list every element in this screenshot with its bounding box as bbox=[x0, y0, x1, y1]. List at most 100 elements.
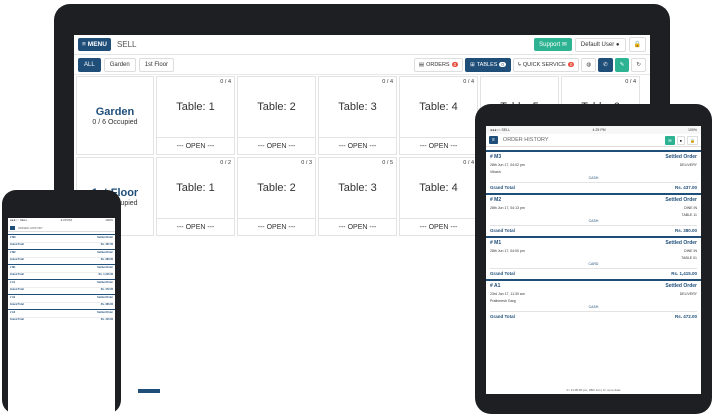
phone: ●●●○○ SELL 4:29 PM 100% ORDER HISTORY # … bbox=[2, 190, 121, 414]
table-status: --- OPEN --- bbox=[400, 137, 477, 154]
edit-button[interactable]: ✎ bbox=[614, 57, 630, 72]
tables-button[interactable]: ⊞ TABLES 0 bbox=[465, 57, 511, 72]
table-name: Table: 1 bbox=[176, 101, 215, 113]
order-table: TABLE 01 bbox=[681, 256, 697, 260]
floor-filter-bar: ALL Garden 1st Floor ▤ ORDERS 0 ⊞ TABLES… bbox=[74, 55, 650, 75]
order-card[interactable]: # M3 Settled Order 28th Jun 17, 04:02 pm D… bbox=[486, 150, 701, 190]
refresh-icon: ↻ bbox=[636, 61, 641, 68]
order-table: TABLE 11 bbox=[681, 213, 697, 217]
order-id: # M1 bbox=[490, 240, 502, 246]
table-card[interactable]: 0 / 4 Table: 3 --- OPEN --- bbox=[318, 76, 397, 155]
table-card[interactable]: 0 / 4 Table: 4 --- OPEN --- bbox=[399, 157, 478, 236]
filter-garden[interactable]: Garden bbox=[103, 57, 136, 72]
grand-total-value: Rs. 415.00 bbox=[100, 318, 113, 321]
device-mockup: ≡ MENU SELL Support ✉ Default User ● 🔒 A… bbox=[0, 0, 712, 414]
support-button[interactable]: Support ✉ bbox=[534, 38, 572, 51]
order-card[interactable]: # M1 Settled Order 28th Jun 17, 04:00 pm D… bbox=[486, 236, 701, 276]
tables-count-badge: 0 bbox=[499, 62, 506, 67]
pencil-icon: ✎ bbox=[619, 61, 625, 68]
user-icon[interactable]: ● bbox=[676, 135, 686, 145]
order-card[interactable]: # A1 Settled Order 23rd Jun 17, 11:30 am D… bbox=[486, 279, 701, 319]
grand-total-label: Grand Total bbox=[490, 314, 515, 319]
table-card[interactable]: 0 / 5 Table: 3 --- OPEN --- bbox=[318, 157, 397, 236]
table-name: Table: 1 bbox=[176, 182, 215, 194]
orders-count-badge: 0 bbox=[451, 62, 459, 67]
table-card[interactable]: 0 / 4 Table: 1 --- OPEN --- bbox=[156, 76, 235, 155]
table-name: Table: 2 bbox=[257, 101, 296, 113]
order-state: Settled Order bbox=[97, 296, 113, 299]
seat-count: 0 / 2 bbox=[220, 160, 231, 166]
tables-icon: ⊞ bbox=[470, 61, 475, 68]
bolt-icon: ϟ bbox=[517, 61, 521, 68]
globe-button[interactable]: ◍ bbox=[581, 57, 597, 72]
order-date: 28th Jun 17, 04:00 pm bbox=[490, 249, 525, 253]
table-status: --- OPEN --- bbox=[319, 218, 396, 235]
lock-button[interactable]: 🔒 bbox=[628, 37, 646, 52]
clock: 4:29 PM bbox=[592, 128, 606, 132]
order-card[interactable]: # M2 Settled Order 28th Jun 17, 04:13 pm D… bbox=[486, 193, 701, 233]
globe-icon: ◍ bbox=[586, 61, 592, 68]
order-id: # A1 bbox=[10, 281, 16, 284]
tables-label: TABLES bbox=[476, 61, 498, 68]
order-date: 23rd Jun 17, 11:30 am bbox=[490, 292, 525, 296]
order-card[interactable]: # A3 Settled Order Grand Total Rs. 415.00 bbox=[8, 309, 115, 322]
table-card[interactable]: 0 / 2 Table: 1 --- OPEN --- bbox=[156, 157, 235, 236]
refresh-button[interactable]: ↻ bbox=[631, 57, 646, 72]
user-label: Default User bbox=[580, 41, 615, 48]
filter-all[interactable]: ALL bbox=[78, 57, 101, 72]
order-card[interactable]: # A1 Settled Order Grand Total Rs. 472.00 bbox=[8, 279, 115, 292]
lock-icon[interactable]: 🔒 bbox=[687, 135, 698, 145]
order-id: # A1 bbox=[490, 283, 501, 289]
grand-total-value: Rs. 437.00 bbox=[100, 243, 113, 246]
order-state: Settled Order bbox=[665, 283, 697, 289]
quick-service-label: QUICK SERVICE bbox=[522, 61, 566, 68]
order-card[interactable]: # M1 Settled Order Grand Total Rs. 1,415.00 bbox=[8, 264, 115, 277]
grand-total-label: Grand Total bbox=[10, 303, 24, 306]
hamburger-icon[interactable] bbox=[10, 225, 15, 230]
grand-total-value: Rs. 380.00 bbox=[100, 303, 113, 306]
order-payment: CASH bbox=[588, 219, 599, 223]
grand-total-label: Grand Total bbox=[490, 185, 515, 190]
order-id: # M2 bbox=[490, 197, 502, 203]
quick-service-button[interactable]: ϟ QUICK SERVICE 0 bbox=[512, 57, 580, 72]
order-state: Settled Order bbox=[97, 266, 113, 269]
chat-icon[interactable]: ✉ bbox=[665, 135, 675, 145]
table-status: --- OPEN --- bbox=[238, 137, 315, 154]
table-status: --- OPEN --- bbox=[157, 218, 234, 235]
grand-total-value: Rs. 380.00 bbox=[100, 258, 113, 261]
order-card[interactable]: # M2 Settled Order Grand Total Rs. 380.00 bbox=[8, 249, 115, 262]
hamburger-icon[interactable]: ≡ bbox=[489, 136, 498, 144]
order-card[interactable]: # A2 Settled Order Grand Total Rs. 380.00 bbox=[8, 294, 115, 307]
table-status: --- OPEN --- bbox=[238, 218, 315, 235]
table-card[interactable]: Table: 2 --- OPEN --- bbox=[237, 76, 316, 155]
table-status: --- OPEN --- bbox=[157, 137, 234, 154]
carrier-label: ●●●○○ SELL bbox=[10, 218, 28, 222]
filter-1st-floor[interactable]: 1st Floor bbox=[138, 57, 175, 72]
menu-button[interactable]: ≡ MENU bbox=[78, 38, 111, 51]
grand-total-value: Rs. 1,415.00 bbox=[98, 273, 113, 276]
quick-service-count-badge: 0 bbox=[567, 62, 575, 67]
orders-button[interactable]: ▤ ORDERS 0 bbox=[413, 57, 464, 72]
document-icon: ▤ bbox=[418, 61, 425, 68]
seat-count: 0 / 3 bbox=[301, 160, 312, 166]
order-state: Settled Order bbox=[665, 197, 697, 203]
grand-total-label: Grand Total bbox=[10, 258, 24, 261]
grand-total-label: Grand Total bbox=[490, 228, 515, 233]
table-name: Table: 4 bbox=[419, 182, 458, 194]
menu-label: MENU bbox=[87, 41, 107, 48]
top-bar: ≡ MENU SELL Support ✉ Default User ● 🔒 bbox=[74, 35, 650, 55]
table-card[interactable]: 0 / 3 Table: 2 --- OPEN --- bbox=[237, 157, 316, 236]
seat-count: 0 / 4 bbox=[220, 79, 231, 85]
table-status: --- OPEN --- bbox=[400, 218, 477, 235]
table-name: Table: 3 bbox=[338, 182, 377, 194]
grand-total-value: Rs. 1,415.00 bbox=[671, 271, 697, 276]
table-card[interactable]: 0 / 4 Table: 4 --- OPEN --- bbox=[399, 76, 478, 155]
floor-card[interactable]: Garden 0 / 6 Occupied bbox=[76, 76, 154, 155]
orders-label: ORDERS bbox=[426, 61, 450, 68]
order-state: Settled Order bbox=[97, 281, 113, 284]
tablet-screen: ●●●○○ SELL 4:29 PM 100% ≡ ORDER HISTORY … bbox=[486, 126, 701, 394]
order-card[interactable]: # M3 Settled Order Grand Total Rs. 437.00 bbox=[8, 234, 115, 247]
user-button[interactable]: Default User ● bbox=[574, 37, 626, 52]
phone-button[interactable]: ✆ bbox=[598, 57, 613, 72]
grand-total-label: Grand Total bbox=[10, 288, 24, 291]
